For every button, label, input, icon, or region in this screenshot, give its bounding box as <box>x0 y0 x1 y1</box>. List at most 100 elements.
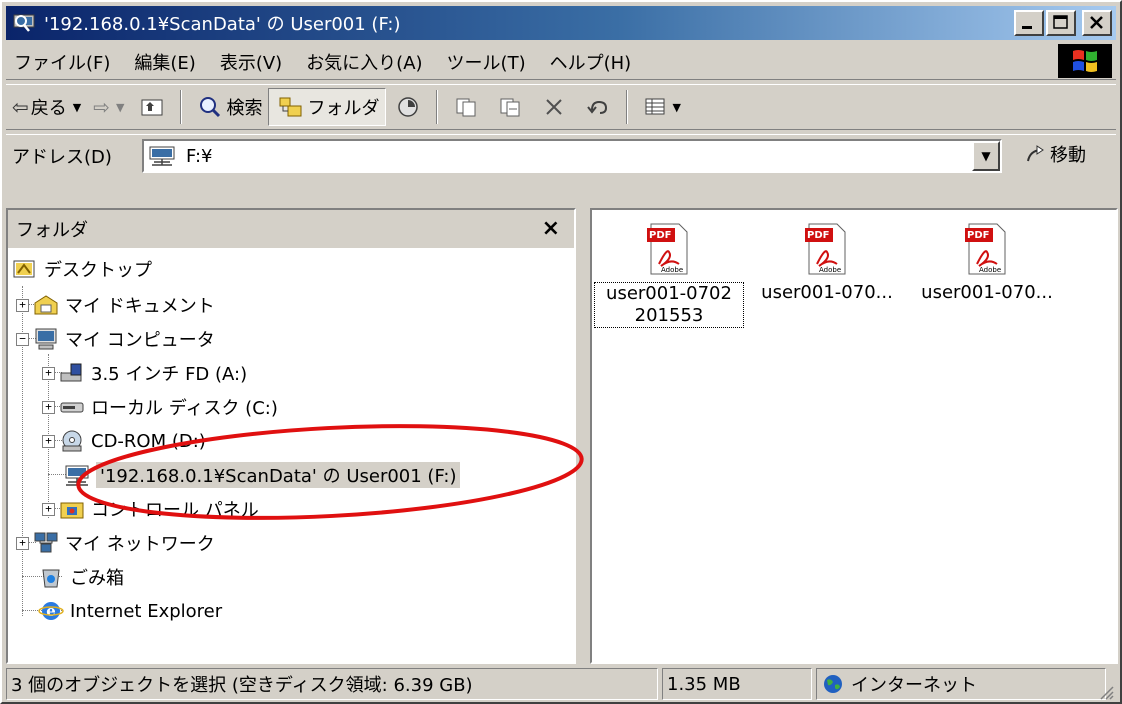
address-input[interactable]: F:¥ ▼ <box>142 139 1002 173</box>
close-icon <box>1090 16 1103 29</box>
pdf-badge: PDF <box>807 230 830 241</box>
chevron-down-icon[interactable]: ▼ <box>672 101 680 114</box>
search-icon <box>200 97 221 118</box>
views-icon <box>645 98 665 115</box>
menu-tools[interactable]: ツール(T) <box>447 49 526 75</box>
status-size-text: 1.35 MB <box>667 673 741 695</box>
delete-button[interactable] <box>532 88 576 126</box>
maximize-icon <box>1053 15 1068 29</box>
history-button[interactable] <box>386 88 430 126</box>
forward-button[interactable]: ⇨ ▼ <box>87 88 130 126</box>
status-selection: 3 個のオブジェクトを選択 (空きディスク領域: 6.39 GB) <box>6 668 658 700</box>
move-to-icon <box>456 98 476 117</box>
tree-item-label: Internet Explorer <box>70 600 223 622</box>
go-label: 移動 <box>1050 145 1086 166</box>
go-arrow-icon <box>1027 145 1044 162</box>
copy-to-icon <box>500 98 520 117</box>
expand-icon[interactable]: + <box>42 434 55 448</box>
my-computer-icon <box>35 328 57 350</box>
chevron-down-icon[interactable]: ▼ <box>116 101 124 114</box>
folder-tree-icon <box>279 97 302 117</box>
tree-item-control-panel[interactable]: + コントロール パネル <box>42 492 259 526</box>
move-to-button[interactable] <box>444 88 488 126</box>
views-button[interactable]: ▼ <box>634 88 686 126</box>
tree-item-label: '192.168.0.1¥ScanData' の User001 (F:) <box>96 462 461 488</box>
expand-icon[interactable]: + <box>16 298 29 312</box>
svg-text:e: e <box>46 602 56 620</box>
menu-file[interactable]: ファイル(F) <box>14 49 110 75</box>
expand-icon[interactable]: + <box>42 366 55 380</box>
expand-icon[interactable]: + <box>16 536 29 550</box>
folder-pane-header: フォルダ × <box>8 210 574 248</box>
history-icon <box>398 97 419 117</box>
file-item[interactable]: PDF Adobe user001-0702 201553 <box>594 214 744 328</box>
tree-item-network-drive-selected[interactable]: '192.168.0.1¥ScanData' の User001 (F:) <box>64 458 461 492</box>
menu-edit[interactable]: 編集(E) <box>134 49 195 75</box>
tree-item-my-network[interactable]: + マイ ネットワーク <box>16 526 215 560</box>
window-title: '192.168.0.1¥ScanData' の User001 (F:) <box>44 14 401 35</box>
folders-button[interactable]: フォルダ <box>268 88 387 126</box>
tree-item-recycle-bin[interactable]: ごみ箱 <box>38 560 124 594</box>
undo-button[interactable] <box>576 88 620 126</box>
maximize-button[interactable] <box>1046 10 1076 36</box>
tree-item-internet-explorer[interactable]: e Internet Explorer <box>38 594 222 628</box>
menu-favorites[interactable]: お気に入り(A) <box>306 49 422 75</box>
go-button[interactable]: 移動 <box>1024 141 1086 167</box>
folder-pane-close-button[interactable]: × <box>542 216 560 241</box>
tree-item-my-computer[interactable]: − マイ コンピュータ <box>16 322 215 356</box>
tree-item-desktop[interactable]: デスクトップ <box>12 252 152 286</box>
search-button[interactable]: 検索 <box>188 88 268 126</box>
control-panel-icon <box>60 502 84 519</box>
tree-item-cdrom[interactable]: + CD-ROM (D:) <box>42 424 206 458</box>
menu-help[interactable]: ヘルプ(H) <box>550 49 632 75</box>
toolbar: ⇦ 戻る ▼ ⇨ ▼ 検索 フォルダ ▼ <box>6 84 1116 130</box>
desktop-icon <box>13 260 35 278</box>
file-item[interactable]: PDF Adobe user001-070... <box>752 214 902 304</box>
back-label: 戻る <box>30 98 67 119</box>
menu-view[interactable]: 表示(V) <box>220 49 282 75</box>
tree-item-floppy[interactable]: + 3.5 インチ FD (A:) <box>42 356 247 390</box>
status-selection-text: 3 個のオブジェクトを選択 (空きディスク領域: 6.39 GB) <box>11 675 473 696</box>
globe-icon <box>824 675 842 693</box>
delete-icon <box>546 99 563 115</box>
network-drive-icon <box>65 465 89 486</box>
menu-bar: ファイル(F) 編集(E) 表示(V) お気に入り(A) ツール(T) ヘルプ(… <box>6 44 1116 80</box>
back-arrow-icon: ⇦ <box>12 95 29 119</box>
pdf-badge: PDF <box>649 230 672 241</box>
close-button[interactable] <box>1082 10 1112 36</box>
up-folder-button[interactable] <box>130 88 174 126</box>
file-item[interactable]: PDF Adobe user001-070... <box>912 214 1062 304</box>
tree-item-label: マイ ネットワーク <box>65 534 215 555</box>
address-label: アドレス(D) <box>12 146 112 168</box>
tree-item-local-disk[interactable]: + ローカル ディスク (C:) <box>42 390 278 424</box>
back-button[interactable]: ⇦ 戻る ▼ <box>6 88 87 126</box>
title-bar[interactable]: '192.168.0.1¥ScanData' の User001 (F:) <box>6 6 1116 40</box>
cdrom-icon <box>62 430 82 452</box>
file-name: user001-0702 <box>606 283 732 304</box>
status-bar: 3 個のオブジェクトを選択 (空きディスク領域: 6.39 GB) 1.35 M… <box>6 668 1116 702</box>
resize-grip-icon[interactable] <box>1096 682 1114 700</box>
pdf-icon: PDF Adobe <box>965 218 1009 278</box>
file-name-line2: 201553 <box>634 305 704 326</box>
folder-pane: フォルダ × デスクトップ + マイ ドキュメント − マイ コンピュータ + … <box>6 208 576 664</box>
copy-to-button[interactable] <box>488 88 532 126</box>
file-list-pane: PDF Adobe user001-0702 201553 PDF Adobe … <box>590 208 1118 664</box>
floppy-icon <box>60 363 82 382</box>
chevron-down-icon[interactable]: ▼ <box>73 101 81 114</box>
collapse-icon[interactable]: − <box>16 332 29 346</box>
pdf-badge: PDF <box>967 230 990 241</box>
toolbar-separator <box>436 90 439 124</box>
status-zone: インターネット <box>816 668 1106 700</box>
tree-item-my-documents[interactable]: + マイ ドキュメント <box>16 288 215 322</box>
minimize-button[interactable] <box>1014 10 1044 36</box>
address-value: F:¥ <box>186 145 213 167</box>
adobe-label: Adobe <box>819 266 842 274</box>
search-label: 検索 <box>226 98 263 119</box>
status-size: 1.35 MB <box>662 668 812 700</box>
address-dropdown-button[interactable]: ▼ <box>972 141 1000 171</box>
pane-splitter[interactable] <box>576 208 590 664</box>
folder-pane-title: フォルダ <box>16 220 88 241</box>
expand-icon[interactable]: + <box>42 502 55 516</box>
expand-icon[interactable]: + <box>42 400 55 414</box>
my-network-icon <box>34 532 58 553</box>
